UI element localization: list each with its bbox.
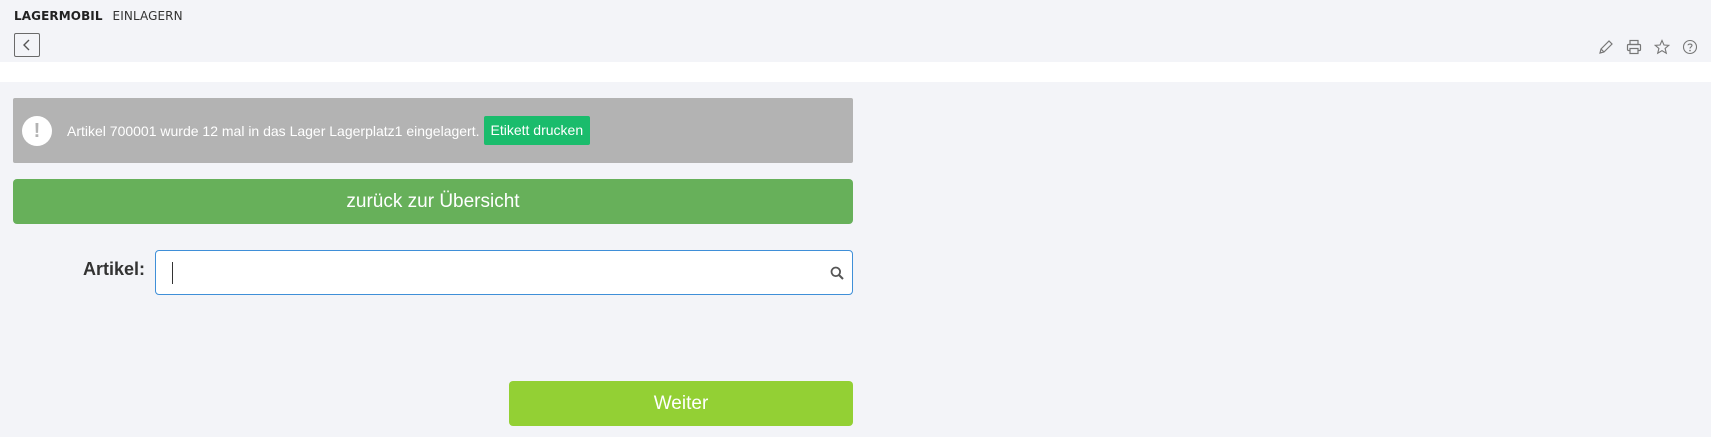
artikel-field bbox=[155, 250, 853, 295]
help-button[interactable] bbox=[1681, 38, 1699, 56]
content-divider bbox=[0, 62, 1711, 82]
breadcrumb: LAGERMOBIL EINLAGERN bbox=[14, 8, 183, 24]
text-cursor bbox=[172, 262, 173, 284]
header: LAGERMOBIL EINLAGERN bbox=[0, 0, 1711, 62]
edit-button[interactable] bbox=[1597, 38, 1615, 56]
back-to-overview-button[interactable]: zurück zur Übersicht bbox=[13, 179, 853, 224]
artikel-input[interactable] bbox=[168, 258, 812, 290]
artikel-label: Artikel: bbox=[82, 259, 145, 279]
exclamation-icon: ! bbox=[22, 115, 52, 146]
breadcrumb-page-name: EINLAGERN bbox=[112, 9, 183, 23]
chevron-left-icon bbox=[23, 39, 30, 51]
print-label-button[interactable]: Etikett drucken bbox=[483, 116, 591, 145]
toolbar bbox=[1597, 38, 1699, 56]
favorite-button[interactable] bbox=[1653, 38, 1671, 56]
print-button[interactable] bbox=[1625, 38, 1643, 56]
back-button[interactable] bbox=[14, 33, 40, 57]
notice-banner: ! Artikel 700001 wurde 12 mal in das Lag… bbox=[13, 98, 853, 163]
next-button[interactable]: Weiter bbox=[509, 381, 853, 426]
pencil-icon bbox=[1599, 40, 1613, 54]
star-icon bbox=[1654, 39, 1670, 55]
breadcrumb-app-name: LAGERMOBIL bbox=[14, 9, 103, 23]
printer-icon bbox=[1626, 39, 1642, 55]
search-icon bbox=[830, 266, 844, 280]
help-icon bbox=[1682, 39, 1698, 55]
search-button[interactable] bbox=[828, 264, 846, 282]
notice-message: Artikel 700001 wurde 12 mal in das Lager… bbox=[67, 122, 480, 139]
